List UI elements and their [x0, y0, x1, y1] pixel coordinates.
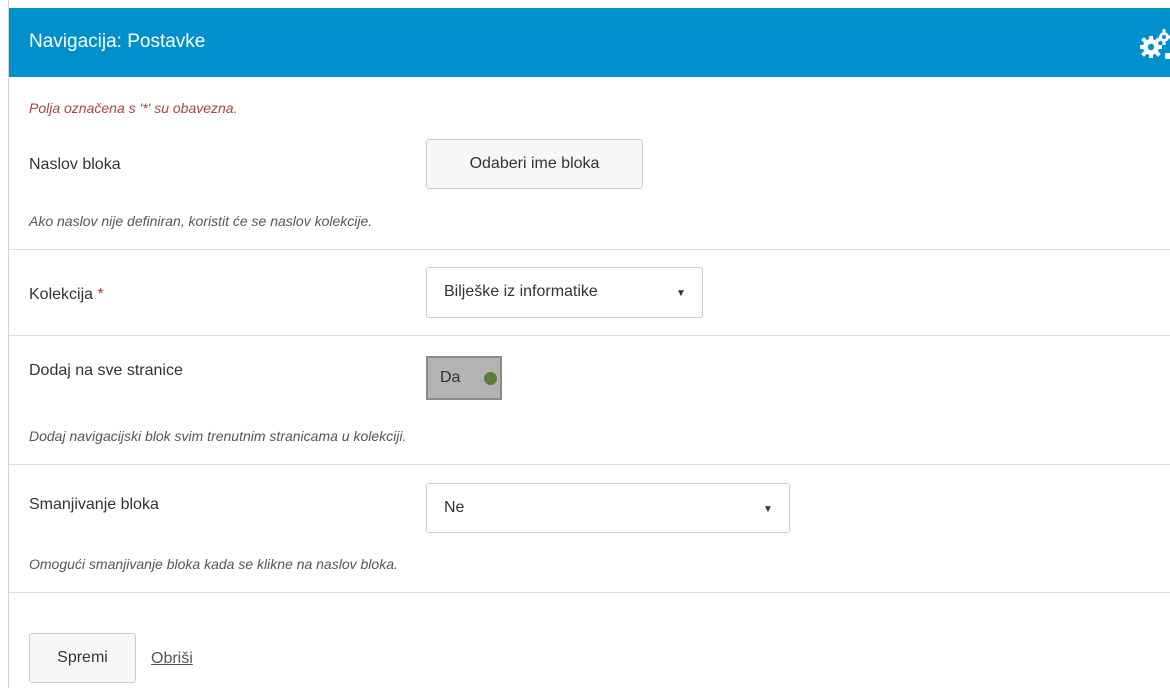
- caret-down-icon: ▼: [676, 288, 686, 299]
- caret-down-icon: ▼: [763, 504, 773, 515]
- add-all-pages-label: Dodaj na sve stranice: [29, 362, 183, 379]
- block-config-panel: Navigacija: Postavke Polja označena s '*…: [8, 0, 1170, 688]
- block-title-help: Ako naslov nije definiran, koristit će s…: [29, 213, 373, 229]
- choose-block-name-button[interactable]: Odaberi ime bloka: [426, 139, 643, 189]
- collapse-help: Omogući smanjivanje bloka kada se klikne…: [29, 556, 398, 572]
- gears-icon[interactable]: [1137, 28, 1170, 62]
- panel-header: Navigacija: Postavke: [9, 8, 1170, 77]
- collection-label-text: Kolekcija: [29, 286, 94, 303]
- save-button[interactable]: Spremi: [29, 633, 136, 683]
- panel-title: Navigacija: Postavke: [29, 31, 206, 52]
- required-mark: *: [97, 286, 104, 303]
- collection-selected-value: Bilješke iz informatike: [444, 283, 598, 300]
- divider: [9, 335, 1170, 336]
- block-title-label: Naslov bloka: [29, 156, 121, 173]
- add-all-pages-toggle[interactable]: Da: [426, 356, 502, 400]
- collapse-select[interactable]: Ne ▼: [426, 483, 790, 533]
- toggle-label: Da: [440, 369, 461, 386]
- delete-link[interactable]: Obriši: [151, 650, 193, 668]
- required-fields-note: Polja označena s '*' su obavezna.: [29, 100, 238, 116]
- divider: [9, 464, 1170, 465]
- toggle-on-indicator-icon: [484, 372, 497, 385]
- collapse-selected-value: Ne: [444, 499, 465, 516]
- divider: [9, 249, 1170, 250]
- add-all-pages-help: Dodaj navigacijski blok svim trenutnim s…: [29, 428, 407, 444]
- collection-select[interactable]: Bilješke iz informatike ▼: [426, 267, 703, 318]
- collapse-label: Smanjivanje bloka: [29, 496, 159, 513]
- collection-label: Kolekcija *: [29, 286, 104, 304]
- divider: [9, 592, 1170, 593]
